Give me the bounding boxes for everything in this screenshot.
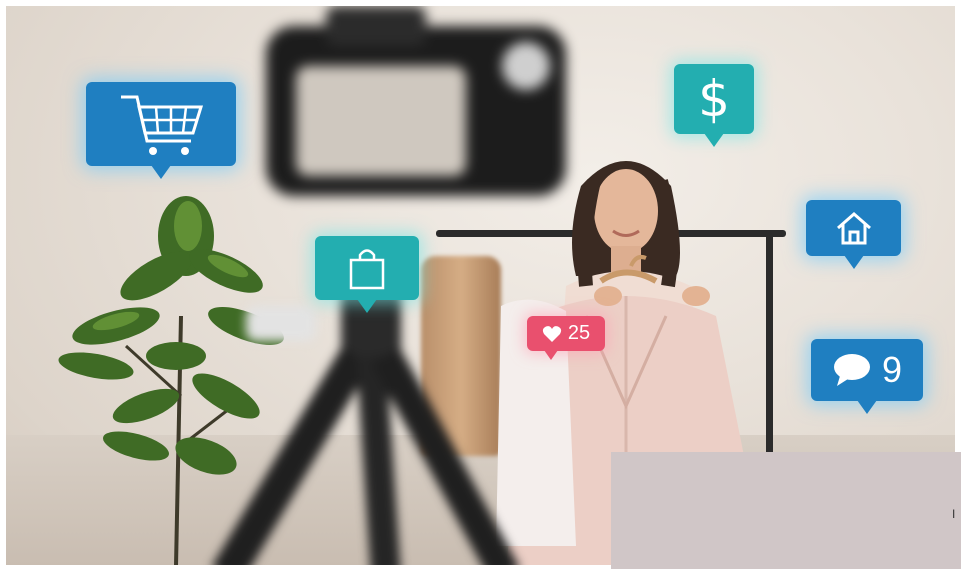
home-bubble (806, 200, 901, 269)
camera (266, 6, 566, 196)
speech-bubble-icon (833, 354, 870, 386)
home-icon (836, 212, 871, 245)
dollar-sign: $ (698, 70, 730, 128)
likes-count: 25 (567, 322, 591, 344)
heart-icon (542, 325, 561, 342)
likes-bubble: 25 (527, 316, 605, 360)
shopping-cart-bubble (86, 82, 236, 179)
shopping-bag-icon (349, 249, 385, 290)
dollar-bubble: $ (674, 64, 754, 147)
comments-bubble: 9 (811, 339, 923, 414)
shopping-bag-bubble (315, 236, 419, 313)
shopping-cart-icon (121, 95, 204, 155)
comments-count: 9 (881, 349, 903, 390)
overlay-panel: I (611, 452, 961, 569)
overlay-text: I (952, 507, 956, 521)
